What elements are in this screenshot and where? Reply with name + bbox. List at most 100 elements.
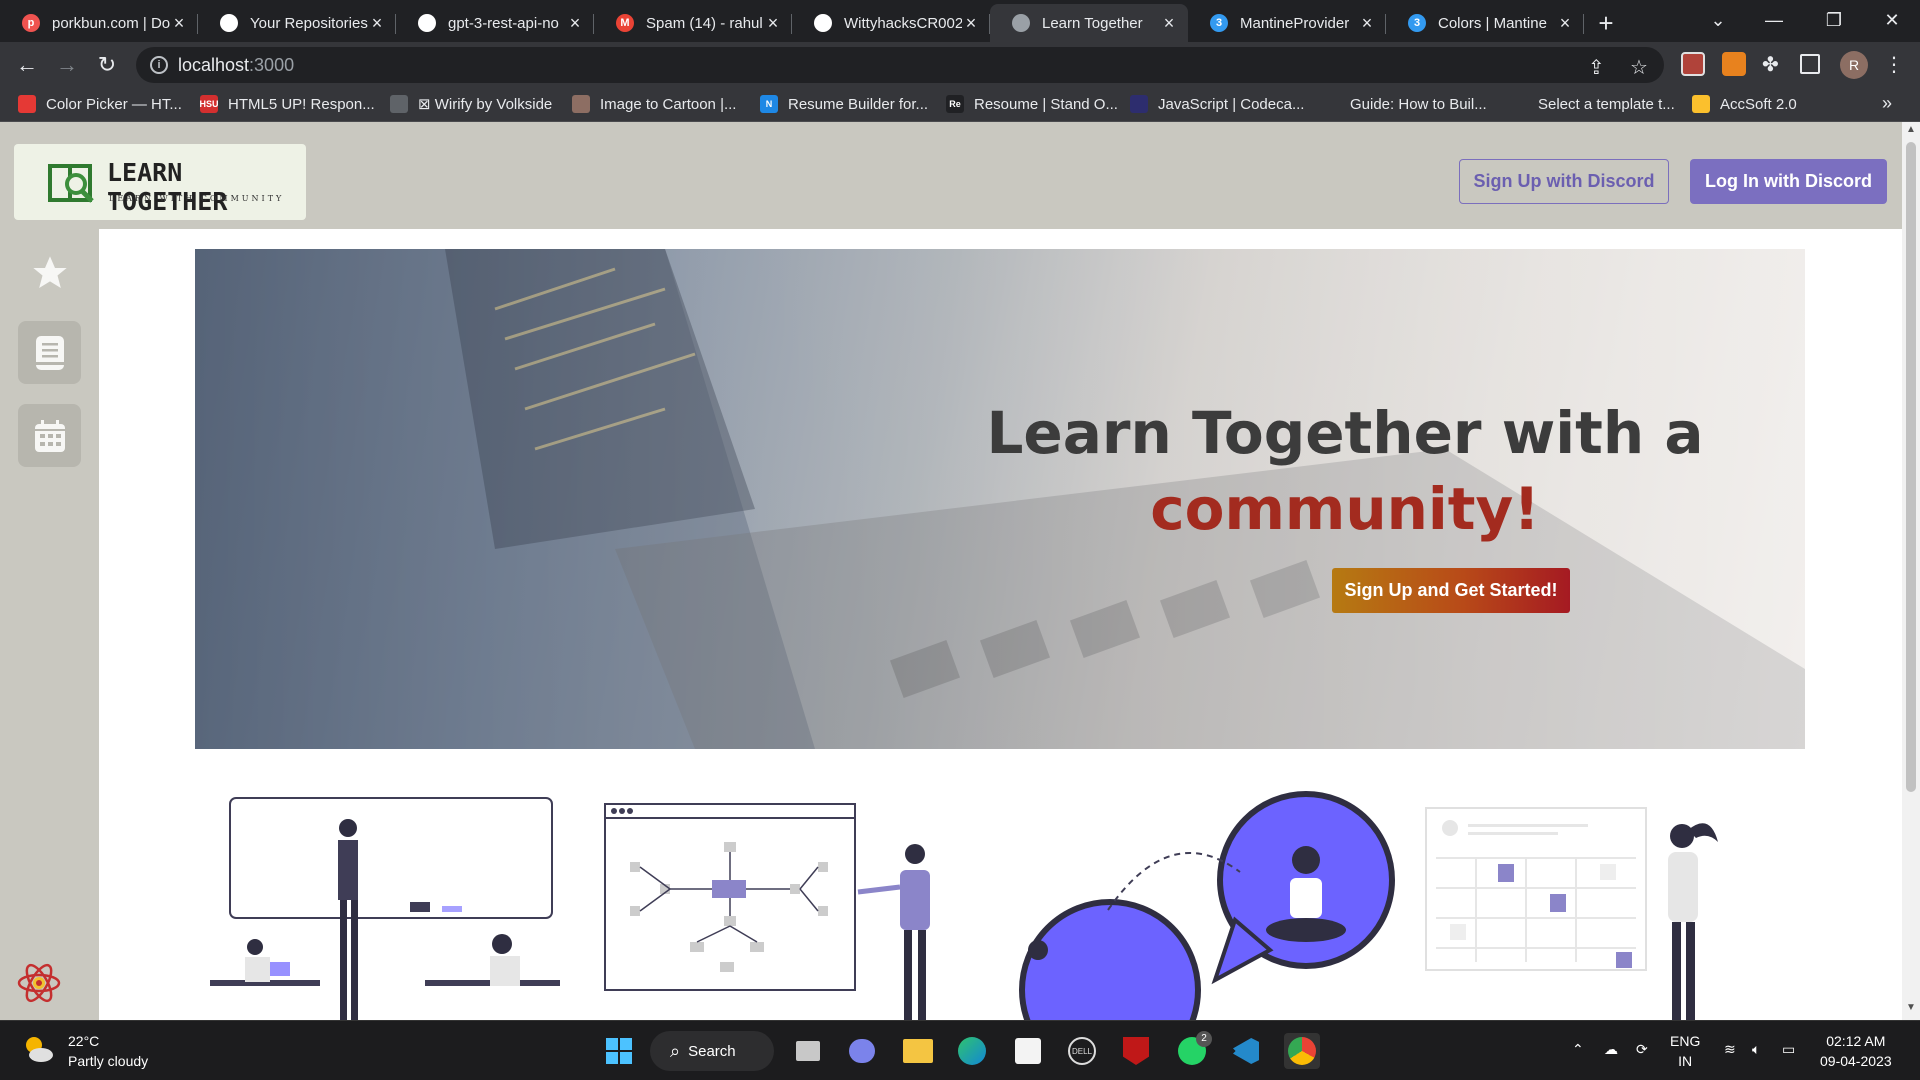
tab-favicon-icon: [220, 14, 238, 32]
battery-icon[interactable]: ▭: [1782, 1039, 1795, 1059]
browser-tab[interactable]: M Spam (14) - rahul ×: [594, 4, 792, 42]
tab-title: porkbun.com | Do: [52, 14, 170, 32]
tab-title: Learn Together: [1042, 14, 1143, 32]
edge-icon[interactable]: [954, 1033, 990, 1069]
extensions-puzzle-icon[interactable]: ✤: [1762, 52, 1779, 77]
bookmark-item[interactable]: N Resume Builder for...: [760, 95, 928, 113]
lang-top: ENG: [1670, 1033, 1701, 1049]
weather-widget[interactable]: 22°C Partly cloudy: [20, 1031, 148, 1071]
bookmark-item[interactable]: Select a template t...: [1510, 95, 1675, 113]
browser-tab[interactable]: gpt-3-rest-api-no ×: [396, 4, 594, 42]
clock[interactable]: 02:12 AM 09-04-2023: [1820, 1031, 1892, 1071]
profile-avatar[interactable]: R: [1840, 51, 1868, 79]
get-started-button[interactable]: Sign Up and Get Started!: [1332, 568, 1570, 613]
bookmark-item[interactable]: Guide: How to Buil...: [1322, 95, 1487, 113]
vscode-icon[interactable]: [1228, 1033, 1264, 1069]
start-button[interactable]: [601, 1033, 637, 1069]
bookmark-label: Resume Builder for...: [788, 95, 929, 113]
bookmark-item[interactable]: HSU HTML5 UP! Respon...: [200, 95, 375, 113]
browser-tab[interactable]: Learn Together ×: [990, 4, 1188, 42]
login-discord-button[interactable]: Log In with Discord: [1690, 159, 1887, 204]
address-bar[interactable]: i localhost:3000 ⇪ ☆: [136, 47, 1664, 83]
bookmark-label: HTML5 UP! Respon...: [228, 95, 375, 113]
share-icon[interactable]: ⇪: [1588, 55, 1605, 80]
task-view-icon[interactable]: [790, 1033, 826, 1069]
store-icon[interactable]: [1010, 1033, 1046, 1069]
tab-favicon-icon: [814, 14, 832, 32]
tab-close-icon[interactable]: ×: [1160, 13, 1178, 34]
calendar-icon[interactable]: [18, 404, 81, 467]
metamask-icon[interactable]: [1722, 52, 1746, 76]
tab-favicon-icon: [1012, 14, 1030, 32]
bookmark-favicon-icon: [1130, 95, 1148, 113]
new-tab-button[interactable]: +: [1584, 4, 1628, 42]
url-port: :3000: [249, 55, 295, 75]
browser-tab[interactable]: p porkbun.com | Do ×: [0, 4, 198, 42]
back-button[interactable]: ←: [12, 50, 42, 80]
file-explorer-icon[interactable]: [900, 1033, 936, 1069]
bookmark-favicon-icon: [572, 95, 590, 113]
teams-chat-icon[interactable]: [844, 1033, 880, 1069]
restore-button[interactable]: ❐: [1806, 0, 1862, 40]
bookmark-label: Image to Cartoon |...: [600, 95, 737, 113]
site-logo[interactable]: LEARN TOGETHER LEARN WITH COMMUNITY: [14, 144, 306, 220]
whatsapp-icon[interactable]: 2: [1174, 1031, 1212, 1069]
volume-icon[interactable]: 🔈︎: [1752, 1039, 1760, 1059]
browser-tab[interactable]: 3 MantineProvider ×: [1188, 4, 1386, 42]
book-icon[interactable]: [18, 321, 81, 384]
logo-subtitle: LEARN WITH COMMUNITY: [109, 194, 285, 203]
search-icon: ⌕: [670, 1040, 681, 1061]
minimize-button[interactable]: —: [1746, 0, 1802, 40]
mcafee-icon[interactable]: [1118, 1033, 1154, 1069]
close-window-button[interactable]: ✕: [1864, 0, 1920, 40]
tab-favicon-icon: p: [22, 14, 40, 32]
bookmark-item[interactable]: JavaScript | Codeca...: [1130, 95, 1304, 113]
browser-tab[interactable]: WittyhacksCR002 ×: [792, 4, 990, 42]
tab-search-icon[interactable]: ⌄: [1690, 0, 1746, 40]
extension-icon[interactable]: [1681, 52, 1705, 76]
search-label: Search: [688, 1042, 736, 1060]
side-panel-icon[interactable]: [1800, 54, 1820, 74]
bookmark-item[interactable]: Color Picker — HT...: [18, 95, 182, 113]
bookmark-label: AccSoft 2.0: [1720, 95, 1797, 113]
bookmark-label: Guide: How to Buil...: [1350, 95, 1487, 113]
star-icon[interactable]: [18, 241, 81, 304]
tab-title: Your Repositories: [250, 14, 368, 32]
language-indicator[interactable]: ENG IN: [1670, 1031, 1700, 1071]
browser-tab[interactable]: Your Repositories ×: [198, 4, 396, 42]
menu-icon[interactable]: ⋮: [1884, 52, 1904, 77]
reload-button[interactable]: ↻: [92, 50, 122, 80]
chrome-icon[interactable]: [1284, 1033, 1320, 1069]
bookmark-item[interactable]: ⊠ Wirify by Volkside: [390, 95, 552, 113]
tab-close-icon[interactable]: ×: [1556, 13, 1574, 34]
tab-close-icon[interactable]: ×: [170, 13, 188, 34]
more-bookmarks-icon[interactable]: »: [1882, 93, 1892, 114]
browser-tab[interactable]: 3 Colors | Mantine ×: [1386, 4, 1584, 42]
forward-button[interactable]: →: [52, 50, 82, 80]
show-hidden-icons[interactable]: ⌃: [1572, 1039, 1584, 1059]
dell-icon[interactable]: DELL: [1064, 1033, 1100, 1069]
sync-icon[interactable]: ⟳: [1636, 1039, 1648, 1059]
site-info-icon[interactable]: i: [150, 56, 168, 74]
scrollbar-thumb[interactable]: [1906, 142, 1916, 792]
bookmark-star-icon[interactable]: ☆: [1630, 55, 1648, 80]
bookmark-favicon-icon: Re: [946, 95, 964, 113]
wifi-icon[interactable]: ≋: [1724, 1039, 1736, 1059]
page-scrollbar[interactable]: ▲ ▼: [1902, 122, 1920, 1020]
tab-close-icon[interactable]: ×: [1358, 13, 1376, 34]
taskbar-search[interactable]: ⌕ Search: [650, 1031, 774, 1071]
lang-bottom: IN: [1678, 1053, 1693, 1069]
signup-discord-button[interactable]: Sign Up with Discord: [1459, 159, 1669, 204]
tab-favicon-icon: 3: [1210, 14, 1228, 32]
react-devtools-icon[interactable]: [14, 958, 64, 1008]
clock-time: 02:12 AM: [1826, 1033, 1886, 1049]
bookmark-label: Select a template t...: [1538, 95, 1675, 113]
onedrive-icon[interactable]: ☁: [1604, 1039, 1618, 1059]
bookmark-item[interactable]: Image to Cartoon |...: [572, 95, 736, 113]
tab-close-icon[interactable]: ×: [368, 13, 386, 34]
bookmark-item[interactable]: AccSoft 2.0: [1692, 95, 1797, 113]
tab-close-icon[interactable]: ×: [566, 13, 584, 34]
tab-close-icon[interactable]: ×: [764, 13, 782, 34]
bookmark-item[interactable]: Re Resoume | Stand O...: [946, 95, 1118, 113]
tab-close-icon[interactable]: ×: [962, 13, 980, 34]
